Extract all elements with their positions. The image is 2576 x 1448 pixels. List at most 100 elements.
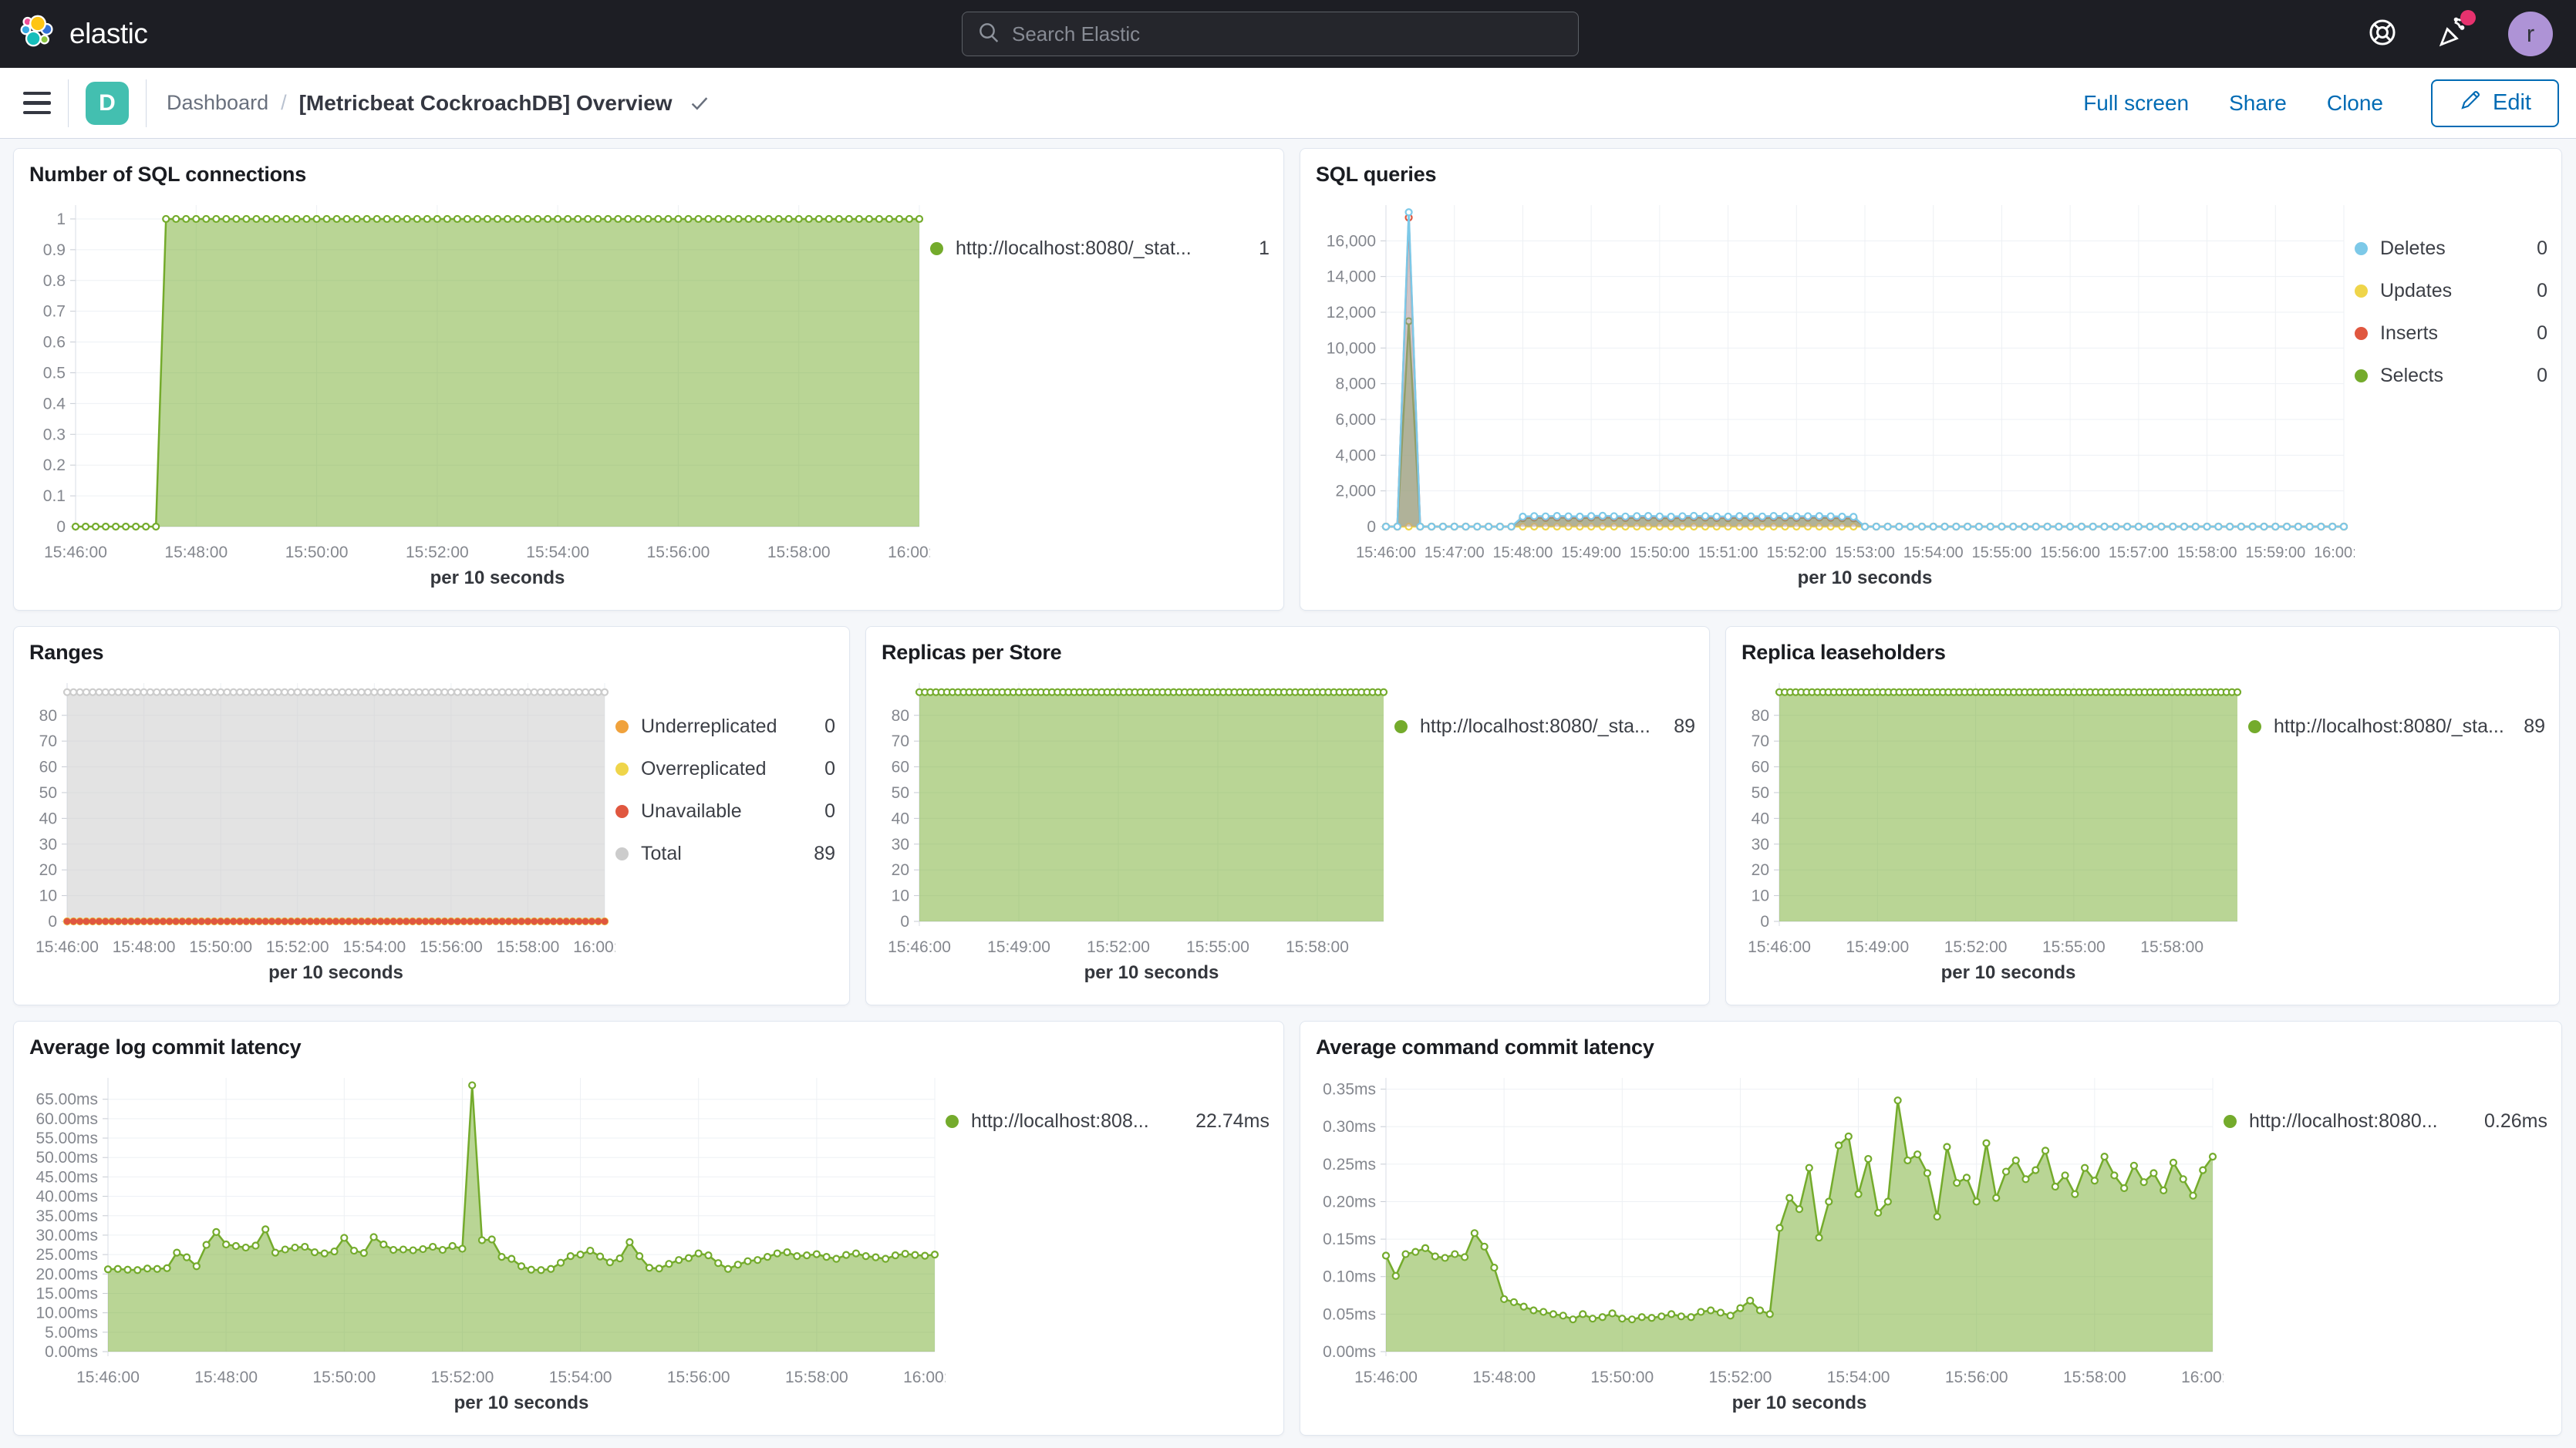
checkmark-icon <box>688 92 711 115</box>
svg-text:16,000: 16,000 <box>1327 232 1376 250</box>
legend-item[interactable]: Updates0 <box>2355 280 2547 302</box>
edit-button[interactable]: Edit <box>2431 79 2559 127</box>
chart-ranges[interactable]: 0102030405060708015:46:0015:48:0015:50:0… <box>28 671 615 989</box>
pencil-icon <box>2459 89 2482 118</box>
legend-value: 89 <box>1674 716 1695 738</box>
svg-text:15:56:00: 15:56:00 <box>647 544 710 561</box>
svg-text:15:54:00: 15:54:00 <box>342 938 406 956</box>
legend: http://localhost:8080/_sta...89 <box>2248 671 2545 989</box>
chart-number-of-sql-connections[interactable]: 00.10.20.30.40.50.60.70.80.9115:46:0015:… <box>28 193 930 594</box>
svg-text:0: 0 <box>900 913 909 931</box>
svg-text:6,000: 6,000 <box>1335 411 1376 429</box>
newsfeed-button[interactable] <box>2437 16 2470 52</box>
svg-text:0.5: 0.5 <box>43 364 66 382</box>
global-search[interactable] <box>962 12 1579 56</box>
svg-text:15:50:00: 15:50:00 <box>312 1369 376 1386</box>
svg-text:55.00ms: 55.00ms <box>35 1130 98 1147</box>
chart-avg-log-commit-latency[interactable]: 0.00ms5.00ms10.00ms15.00ms20.00ms25.00ms… <box>28 1066 946 1419</box>
svg-text:70: 70 <box>1752 732 1769 750</box>
legend-label: Selects <box>2380 365 2523 387</box>
svg-text:0.3: 0.3 <box>43 426 66 443</box>
svg-text:0.7: 0.7 <box>43 303 66 321</box>
page-title: [Metricbeat CockroachDB] Overview <box>299 91 673 116</box>
svg-text:10: 10 <box>892 887 909 905</box>
legend-item[interactable]: http://localhost:8080...0.26ms <box>2224 1110 2547 1133</box>
elastic-logo[interactable]: elastic <box>20 15 147 54</box>
svg-text:10.00ms: 10.00ms <box>35 1305 98 1322</box>
legend-item[interactable]: Overreplicated0 <box>615 758 835 780</box>
svg-text:15:46:00: 15:46:00 <box>888 938 951 956</box>
svg-text:80: 80 <box>892 707 909 725</box>
legend: http://localhost:8080...0.26ms <box>2224 1066 2547 1419</box>
svg-text:0.1: 0.1 <box>43 487 66 505</box>
breadcrumb-dashboard-link[interactable]: Dashboard <box>167 91 268 115</box>
menu-button[interactable] <box>23 92 51 115</box>
legend-item[interactable]: Deletes0 <box>2355 237 2547 260</box>
svg-text:30: 30 <box>892 836 909 854</box>
legend-value: 0 <box>2537 365 2547 387</box>
legend-item[interactable]: Selects 0 <box>2355 365 2547 387</box>
legend-item[interactable]: Inserts0 <box>2355 322 2547 345</box>
legend: Deletes0 Updates0 Inserts0 Selects 0 <box>2355 193 2547 594</box>
share-button[interactable]: Share <box>2229 91 2287 116</box>
legend-item[interactable]: http://localhost:8080/_sta...89 <box>2248 716 2545 738</box>
svg-text:15:58:00: 15:58:00 <box>2140 938 2203 956</box>
svg-text:16:00:00: 16:00:00 <box>888 544 930 561</box>
svg-text:20: 20 <box>892 861 909 879</box>
svg-text:40: 40 <box>1752 810 1769 827</box>
svg-text:15:50:00: 15:50:00 <box>1630 544 1690 561</box>
user-avatar[interactable]: r <box>2508 12 2553 56</box>
legend-label: http://localhost:8080/_stat... <box>956 237 1245 260</box>
legend: Underreplicated0 Overreplicated0 Unavailab… <box>615 671 835 989</box>
panel-title: Replica leaseholders <box>1741 641 2545 665</box>
svg-text:per 10 seconds: per 10 seconds <box>1941 962 2076 983</box>
panel-replica-leaseholders: Replica leaseholders 0102030405060708015… <box>1725 626 2560 1005</box>
svg-text:15:55:00: 15:55:00 <box>1186 938 1249 956</box>
svg-text:14,000: 14,000 <box>1327 268 1376 286</box>
svg-text:15:48:00: 15:48:00 <box>164 544 228 561</box>
svg-text:15:56:00: 15:56:00 <box>420 938 483 956</box>
svg-text:0: 0 <box>1367 518 1376 536</box>
chart-replicas-per-store[interactable]: 0102030405060708015:46:0015:49:0015:52:0… <box>880 671 1394 989</box>
full-screen-button[interactable]: Full screen <box>2083 91 2189 116</box>
svg-text:15:49:00: 15:49:00 <box>987 938 1050 956</box>
svg-text:30.00ms: 30.00ms <box>35 1227 98 1244</box>
chart-sql-queries[interactable]: 02,0004,0006,0008,00010,00012,00014,0001… <box>1314 193 2355 594</box>
svg-text:15:56:00: 15:56:00 <box>1945 1369 2008 1386</box>
svg-text:8,000: 8,000 <box>1335 375 1376 393</box>
svg-text:60: 60 <box>892 759 909 776</box>
svg-text:15.00ms: 15.00ms <box>35 1285 98 1302</box>
chart-avg-command-commit-latency[interactable]: 0.00ms0.05ms0.10ms0.15ms0.20ms0.25ms0.30… <box>1314 1066 2224 1419</box>
svg-text:15:46:00: 15:46:00 <box>44 544 107 561</box>
legend-label: Deletes <box>2380 237 2523 260</box>
legend-item[interactable]: http://localhost:8080/_stat... 1 <box>930 237 1269 260</box>
edit-button-label: Edit <box>2493 90 2531 116</box>
clone-button[interactable]: Clone <box>2327 91 2383 116</box>
legend-item[interactable]: Underreplicated0 <box>615 716 835 738</box>
legend-label: Unavailable <box>641 800 811 823</box>
svg-text:50.00ms: 50.00ms <box>35 1149 98 1167</box>
svg-text:0.4: 0.4 <box>43 395 66 413</box>
svg-text:45.00ms: 45.00ms <box>35 1168 98 1186</box>
svg-text:0.8: 0.8 <box>43 272 66 290</box>
help-button[interactable] <box>2366 16 2399 52</box>
legend-swatch <box>615 847 629 860</box>
chart-replica-leaseholders[interactable]: 0102030405060708015:46:0015:49:0015:52:0… <box>1740 671 2248 989</box>
space-badge[interactable]: D <box>86 82 129 125</box>
panel-sql-queries: SQL queries 02,0004,0006,0008,00010,0001… <box>1300 148 2562 611</box>
svg-text:60: 60 <box>39 759 57 776</box>
svg-text:0.10ms: 0.10ms <box>1323 1268 1376 1286</box>
legend-item[interactable]: http://localhost:8080/_sta...89 <box>1394 716 1695 738</box>
svg-text:16:00:00: 16:00:00 <box>2181 1369 2224 1386</box>
search-input[interactable] <box>1012 22 1564 46</box>
legend-item[interactable]: Total89 <box>615 843 835 865</box>
legend-label: Inserts <box>2380 322 2523 345</box>
svg-text:50: 50 <box>1752 784 1769 802</box>
legend-value: 1 <box>1259 237 1269 260</box>
legend-item[interactable]: http://localhost:808...22.74ms <box>946 1110 1269 1133</box>
panel-title: Replicas per Store <box>882 641 1695 665</box>
legend-value: 89 <box>814 843 835 865</box>
svg-text:15:57:00: 15:57:00 <box>2109 544 2169 561</box>
legend-label: Underreplicated <box>641 716 811 738</box>
legend-item[interactable]: Unavailable0 <box>615 800 835 823</box>
